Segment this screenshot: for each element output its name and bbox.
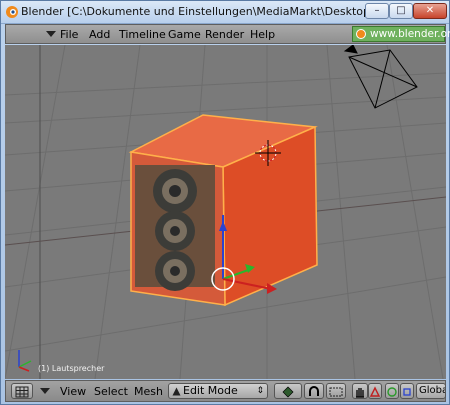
mode-select[interactable]: Edit Mode ⇕ xyxy=(168,383,268,399)
blender-org-link[interactable]: www.blender.org xyxy=(352,26,450,42)
proportional-icon xyxy=(329,387,343,397)
menu-bar: File Add Timeline Game Render Help www.b… xyxy=(5,24,450,44)
menu-collapse-icon[interactable] xyxy=(46,31,56,37)
menu-render[interactable]: Render xyxy=(205,28,244,41)
blender-logo-icon xyxy=(356,29,366,39)
snap-button[interactable] xyxy=(304,383,324,399)
mode-dropdown-icon: ⇕ xyxy=(256,386,264,396)
woofer-top xyxy=(153,169,197,213)
square-icon xyxy=(403,388,411,396)
scale-toggle[interactable] xyxy=(400,383,414,399)
viewport-header: View Select Mesh Edit Mode ⇕ Glob xyxy=(5,380,446,402)
grid-menu-icon xyxy=(15,386,29,398)
menu-select[interactable]: Select xyxy=(94,385,128,398)
manipulator-toggle[interactable] xyxy=(352,383,368,399)
editor-type-button[interactable] xyxy=(11,383,33,399)
object-layer-label: (1) Lautsprecher xyxy=(38,364,105,373)
hand-icon xyxy=(356,388,364,398)
blender-window: Blender [C:\Dokumente und Einstellungen\… xyxy=(0,0,450,405)
orientation-select[interactable]: Global xyxy=(416,383,446,399)
menu-add[interactable]: Add xyxy=(89,28,110,41)
viewport-scene[interactable] xyxy=(5,45,446,379)
mode-select-value: Edit Mode xyxy=(183,384,238,397)
blender-link-text: www.blender.org xyxy=(370,28,450,40)
woofer-bottom xyxy=(155,251,195,291)
menu-file[interactable]: File xyxy=(60,28,78,41)
rotate-toggle[interactable] xyxy=(385,383,399,399)
menu-game[interactable]: Game xyxy=(168,28,201,41)
snap-icon xyxy=(309,386,319,396)
close-button[interactable]: ✕ xyxy=(413,3,447,19)
3d-viewport[interactable]: (1) Lautsprecher xyxy=(5,45,446,379)
header-collapse-icon[interactable] xyxy=(40,388,50,394)
pivot-button[interactable] xyxy=(274,383,302,399)
woofer-middle xyxy=(155,211,195,251)
menu-timeline[interactable]: Timeline xyxy=(119,28,166,41)
mode-icon xyxy=(172,387,181,396)
triangle-icon xyxy=(369,386,381,397)
menu-mesh[interactable]: Mesh xyxy=(134,385,163,398)
translate-toggle[interactable] xyxy=(368,383,382,399)
pivot-icon xyxy=(282,386,294,398)
circle-icon xyxy=(387,387,397,397)
proportional-edit-button[interactable] xyxy=(326,383,346,399)
minimize-button[interactable]: – xyxy=(365,3,389,19)
maximize-button[interactable]: □ xyxy=(389,3,413,19)
axis-orientation-icon xyxy=(18,350,32,372)
menu-view[interactable]: View xyxy=(60,385,86,398)
blender-app-icon xyxy=(6,6,18,18)
title-bar[interactable]: Blender [C:\Dokumente und Einstellungen\… xyxy=(1,1,449,24)
menu-help[interactable]: Help xyxy=(250,28,275,41)
